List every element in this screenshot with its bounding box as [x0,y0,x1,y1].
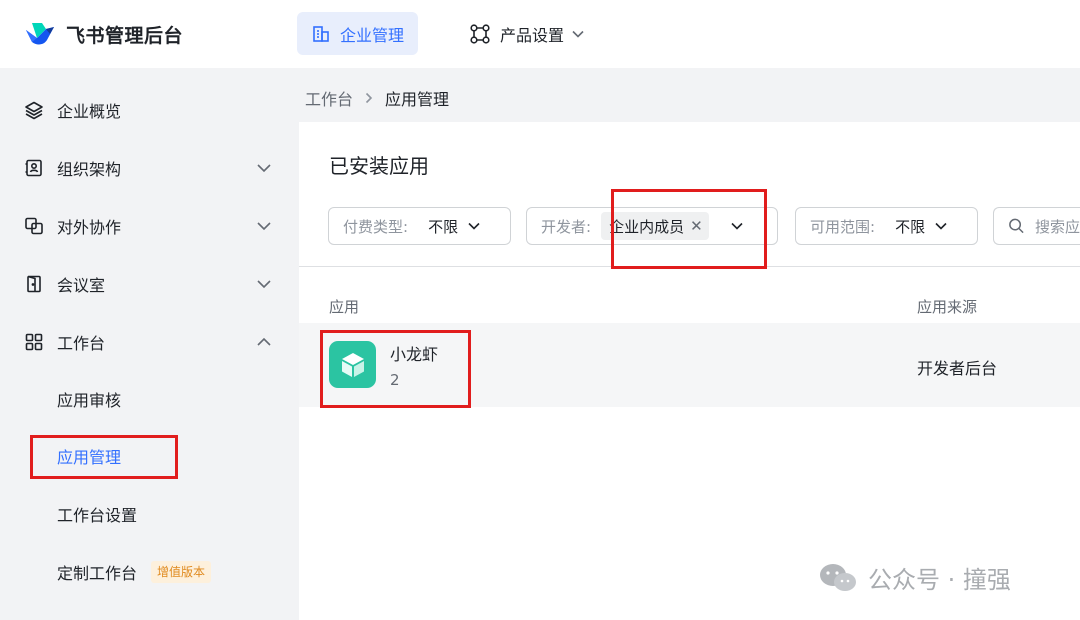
sidebar-subitem-label: 应用审核 [57,391,122,410]
divider [299,266,1080,267]
pay-type-filter[interactable]: 付费类型: 不限 [328,207,511,245]
sidebar-subitem-workplace-settings[interactable]: 工作台设置 [0,490,299,538]
sidebar-item-label: 组织架构 [57,160,122,179]
tag-label: 企业内成员 [609,217,685,236]
filter-label: 可用范围: [810,217,876,236]
sidebar-subitem-label: 定制工作台 [57,564,138,583]
collaboration-icon [25,217,43,235]
sidebar-subitem-app-review[interactable]: 应用审核 [0,375,299,423]
sidebar-item-workplace[interactable]: 工作台 [0,318,299,366]
chevron-down-icon [257,164,271,173]
sidebar-item-overview[interactable]: 企业概览 [0,86,299,134]
layers-icon [25,101,43,120]
door-icon [27,275,41,293]
chevron-down-icon [935,222,947,230]
premium-badge: 增值版本 [151,561,212,583]
chevron-down-icon [257,280,271,289]
chevron-down-icon [731,222,743,230]
column-header-app: 应用 [329,298,360,316]
page-title: 已安装应用 [329,154,429,178]
wechat-icon [820,563,856,591]
sidebar-subitem-label: 应用管理 [57,448,122,467]
breadcrumb-parent-link[interactable]: 工作台 [305,86,353,110]
sidebar-item-label: 会议室 [57,276,106,295]
app-count: 2 [390,371,400,389]
close-icon[interactable]: ✕ [690,217,703,235]
sidebar-subitem-label: 工作台设置 [57,506,138,525]
feishu-logo-icon [26,23,54,45]
top-bar: 飞书管理后台 企业管理 产品设置 [0,0,1080,68]
watermark-text: 公众号 · 撞强 [868,566,1011,594]
topnav-product-settings[interactable]: 产品设置 [455,12,598,55]
scope-filter[interactable]: 可用范围: 不限 [795,207,978,245]
sidebar: 企业概览 组织架构 对外协作 会议室 工作台 应用审核 应用管理 工作台设置 定… [0,68,299,620]
sidebar-subitem-app-management[interactable]: 应用管理 [0,432,299,480]
sidebar-item-meeting-room[interactable]: 会议室 [0,260,299,308]
sidebar-item-label: 企业概览 [57,102,122,121]
filter-value: 不限 [895,217,926,236]
app-icon [329,341,376,388]
column-header-source: 应用来源 [917,298,978,316]
topnav-label: 产品设置 [500,25,565,45]
sidebar-item-external-collaboration[interactable]: 对外协作 [0,202,299,250]
topnav-enterprise-management[interactable]: 企业管理 [297,12,419,55]
sidebar-item-label: 对外协作 [57,218,122,237]
sidebar-subitem-custom-workplace[interactable]: 定制工作台 增值版本 [0,548,299,596]
filter-label: 付费类型: [343,217,409,236]
chevron-right-icon [365,92,373,104]
building-icon [313,25,329,42]
grid-icon [25,333,43,351]
filter-label: 开发者: [541,217,592,236]
developer-tag: 企业内成员 ✕ [601,212,709,240]
breadcrumb-current: 应用管理 [385,90,450,109]
breadcrumb-bar: 工作台 应用管理 [299,68,1080,122]
search-placeholder: 搜索应 [1034,217,1080,236]
main-panel: 已安装应用 付费类型: 不限 开发者: 企业内成员 ✕ 可用范围: 不限 搜索应… [299,122,1080,620]
chevron-down-icon [572,30,584,38]
developer-filter[interactable]: 开发者: 企业内成员 ✕ [526,207,778,245]
brand[interactable]: 飞书管理后台 [24,18,183,50]
chevron-down-icon [257,222,271,231]
brand-name: 飞书管理后台 [66,24,184,47]
watermark: 公众号 · 撞强 [818,560,1011,595]
nodes-icon [470,23,490,44]
search-input[interactable]: 搜索应 [993,207,1080,245]
filter-value: 不限 [428,217,459,236]
search-icon [1009,218,1024,234]
breadcrumb: 工作台 应用管理 [305,86,449,110]
app-source: 开发者后台 [917,359,998,378]
chevron-down-icon [468,222,480,230]
contacts-icon [25,159,42,177]
chevron-up-icon [257,337,271,346]
topnav-label: 企业管理 [340,25,405,45]
table-row[interactable]: 小龙虾 2 开发者后台 [299,323,1080,407]
cube-icon [341,352,364,377]
sidebar-item-organization[interactable]: 组织架构 [0,144,299,192]
sidebar-item-label: 工作台 [57,334,106,353]
app-name[interactable]: 小龙虾 [390,341,438,365]
